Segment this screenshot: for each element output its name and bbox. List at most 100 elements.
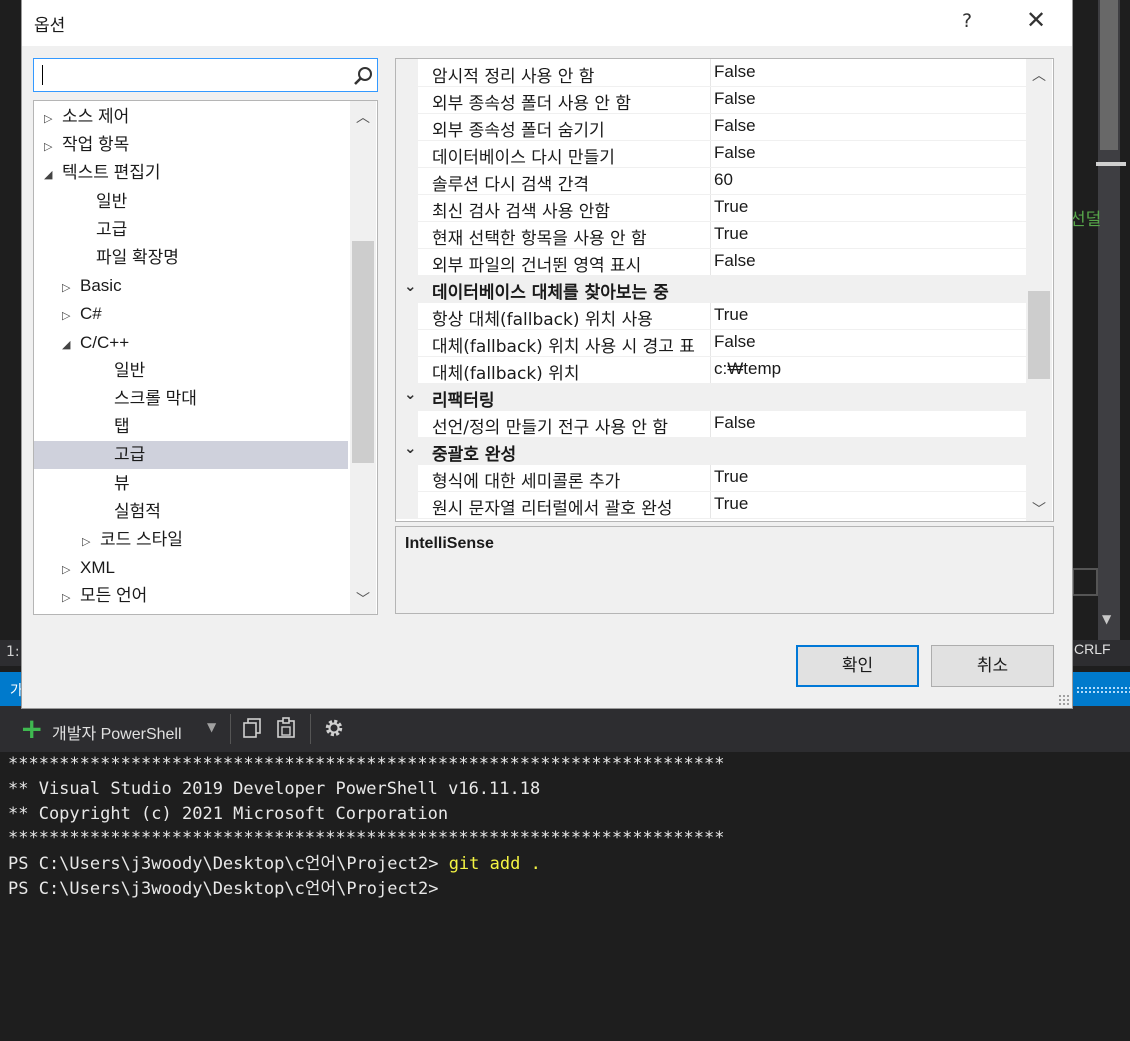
tree-item[interactable]: 고급 xyxy=(34,216,348,244)
help-button[interactable]: ? xyxy=(962,10,972,32)
column-divider[interactable] xyxy=(710,221,711,248)
column-divider[interactable] xyxy=(710,464,711,491)
chevron-up-icon[interactable]: ︿ xyxy=(1032,65,1046,85)
column-divider[interactable] xyxy=(710,410,711,437)
property-value[interactable]: True xyxy=(714,494,748,514)
collapsed-arrow-icon[interactable]: ▷ xyxy=(62,584,80,612)
tree-item[interactable]: 뷰 xyxy=(34,470,348,498)
collapsed-arrow-icon[interactable]: ▷ xyxy=(62,556,80,584)
chevron-down-icon[interactable]: ﹀ xyxy=(1032,499,1046,519)
grid-property-row[interactable]: 데이터베이스 다시 만들기 False xyxy=(396,140,1026,168)
property-value[interactable]: True xyxy=(714,224,748,244)
tree-item[interactable]: 고급 xyxy=(34,441,348,470)
chevron-down-icon[interactable]: ▼ xyxy=(1102,612,1111,626)
property-grid[interactable]: 원시 문자열 리터럴에서 괄호 완성 True 형식에 대한 세미콜론 추가 True… xyxy=(395,58,1054,522)
resize-grip[interactable] xyxy=(1058,694,1070,706)
property-value[interactable]: True xyxy=(714,305,748,325)
tree-item[interactable]: ▷ 코드 스타일 xyxy=(34,526,348,554)
search-icon[interactable] xyxy=(352,65,374,87)
property-value[interactable]: False xyxy=(714,413,756,433)
tree-item[interactable]: ▷ 소스 제어 xyxy=(34,103,348,131)
grid-property-row[interactable]: 현재 선택한 항목을 사용 안 함 True xyxy=(396,221,1026,249)
column-divider[interactable] xyxy=(710,113,711,140)
grid-property-row[interactable]: 대체(fallback) 위치 사용 시 경고 표 False xyxy=(396,329,1026,357)
grid-property-row[interactable]: 최신 검사 검색 사용 안함 True xyxy=(396,194,1026,222)
grid-property-row[interactable]: 외부 종속성 폴더 사용 안 함 False xyxy=(396,86,1026,114)
column-divider[interactable] xyxy=(710,194,711,221)
property-value[interactable]: False xyxy=(714,62,756,82)
tree-scroll-thumb[interactable] xyxy=(352,241,374,463)
column-divider[interactable] xyxy=(710,140,711,167)
collapsed-arrow-icon[interactable]: ▷ xyxy=(82,528,100,556)
grid-property-row[interactable]: 형식에 대한 세미콜론 추가 True xyxy=(396,464,1026,492)
property-value[interactable]: True xyxy=(714,197,748,217)
collapsed-arrow-icon[interactable]: ▷ xyxy=(62,274,80,302)
property-value[interactable]: 60 xyxy=(714,170,733,190)
grid-property-row[interactable]: 항상 대체(fallback) 위치 사용 True xyxy=(396,302,1026,330)
grid-category-row[interactable]: ⌄ 리팩터링 xyxy=(396,383,1026,411)
tree-item[interactable]: 일반 xyxy=(34,188,348,216)
collapsed-arrow-icon[interactable]: ▷ xyxy=(44,105,62,133)
grid-property-row[interactable]: 외부 종속성 폴더 숨기기 False xyxy=(396,113,1026,141)
tree-item[interactable]: 스크롤 막대 xyxy=(34,385,348,413)
column-divider[interactable] xyxy=(710,329,711,356)
tree-item[interactable]: ▷ 작업 항목 xyxy=(34,131,348,159)
dialog-titlebar[interactable] xyxy=(22,0,1072,46)
new-terminal-plus-icon[interactable]: + xyxy=(20,712,43,746)
grid-scrollbar[interactable] xyxy=(1026,59,1052,521)
grid-property-row[interactable]: 선언/정의 만들기 전구 사용 안 함 False xyxy=(396,410,1026,438)
column-divider[interactable] xyxy=(710,167,711,194)
expanded-arrow-icon[interactable]: ◢ xyxy=(62,331,80,359)
drag-grip[interactable] xyxy=(1076,686,1130,694)
cancel-button[interactable]: 취소 xyxy=(931,645,1054,687)
property-value[interactable]: False xyxy=(714,116,756,136)
tree-item[interactable]: ▷ C# xyxy=(34,300,348,328)
paste-icon[interactable] xyxy=(274,716,298,740)
collapse-chevron-icon[interactable]: ⌄ xyxy=(404,385,417,403)
tree-item[interactable]: 일반 xyxy=(34,357,348,385)
editor-scroll-thumb[interactable] xyxy=(1100,0,1118,150)
grid-property-row[interactable]: 외부 파일의 건너뛴 영역 표시 False xyxy=(396,248,1026,276)
grid-category-row[interactable]: ⌄ 중괄호 완성 xyxy=(396,437,1026,465)
terminal-output[interactable]: ****************************************… xyxy=(0,752,1130,1041)
property-value[interactable]: True xyxy=(714,467,748,487)
copy-icon[interactable] xyxy=(241,716,265,740)
property-value[interactable]: False xyxy=(714,143,756,163)
tree-item[interactable]: ▷ Basic xyxy=(34,272,348,300)
collapsed-arrow-icon[interactable]: ▷ xyxy=(44,133,62,161)
column-divider[interactable] xyxy=(710,86,711,113)
collapse-chevron-icon[interactable]: ⌄ xyxy=(404,277,417,295)
tree-item[interactable]: ▷ 모든 언어 xyxy=(34,582,348,610)
expanded-arrow-icon[interactable]: ◢ xyxy=(44,161,62,189)
tree-item[interactable]: ◢ C/C++ xyxy=(34,329,348,357)
terminal-profile-dropdown[interactable]: 개발자 PowerShell xyxy=(52,720,182,744)
chevron-down-icon[interactable]: ▼ xyxy=(207,720,216,734)
close-button[interactable]: ✕ xyxy=(1026,6,1046,34)
tree-item[interactable]: 탭 xyxy=(34,413,348,441)
tree-item[interactable]: ▷ XML xyxy=(34,554,348,582)
column-divider[interactable] xyxy=(710,356,711,383)
property-value[interactable]: c:₩temp xyxy=(714,359,781,379)
property-value[interactable]: False xyxy=(714,251,756,271)
chevron-up-icon[interactable]: ︿ xyxy=(356,107,370,127)
options-tree[interactable]: ▷ 모든 언어 ▷ XML ▷ 코드 스타일 실험적 뷰 고급 탭 스크롤 막대 일반 ◢ C/C++ ▷ C… xyxy=(33,100,378,615)
options-search-input[interactable] xyxy=(33,58,378,92)
gear-icon[interactable] xyxy=(322,716,346,740)
column-divider[interactable] xyxy=(710,59,711,86)
grid-property-row[interactable]: 솔루션 다시 검색 간격 60 xyxy=(396,167,1026,195)
grid-category-row[interactable]: ⌄ 데이터베이스 대체를 찾아보는 중 xyxy=(396,275,1026,303)
tree-item[interactable]: ◢ 텍스트 편집기 xyxy=(34,159,348,187)
column-divider[interactable] xyxy=(710,248,711,275)
tree-item[interactable]: 파일 확장명 xyxy=(34,244,348,272)
column-divider[interactable] xyxy=(710,491,711,518)
tree-item[interactable]: 실험적 xyxy=(34,498,348,526)
column-divider[interactable] xyxy=(710,302,711,329)
line-ending-indicator[interactable]: CRLF xyxy=(1074,641,1111,657)
grid-property-row[interactable]: 대체(fallback) 위치 c:₩temp xyxy=(396,356,1026,384)
collapse-chevron-icon[interactable]: ⌄ xyxy=(404,439,417,457)
collapsed-arrow-icon[interactable]: ▷ xyxy=(62,302,80,330)
ok-button[interactable]: 확인 xyxy=(796,645,919,687)
grid-property-row[interactable]: 암시적 정리 사용 안 함 False xyxy=(396,59,1026,87)
property-value[interactable]: False xyxy=(714,332,756,352)
grid-scroll-thumb[interactable] xyxy=(1028,291,1050,379)
